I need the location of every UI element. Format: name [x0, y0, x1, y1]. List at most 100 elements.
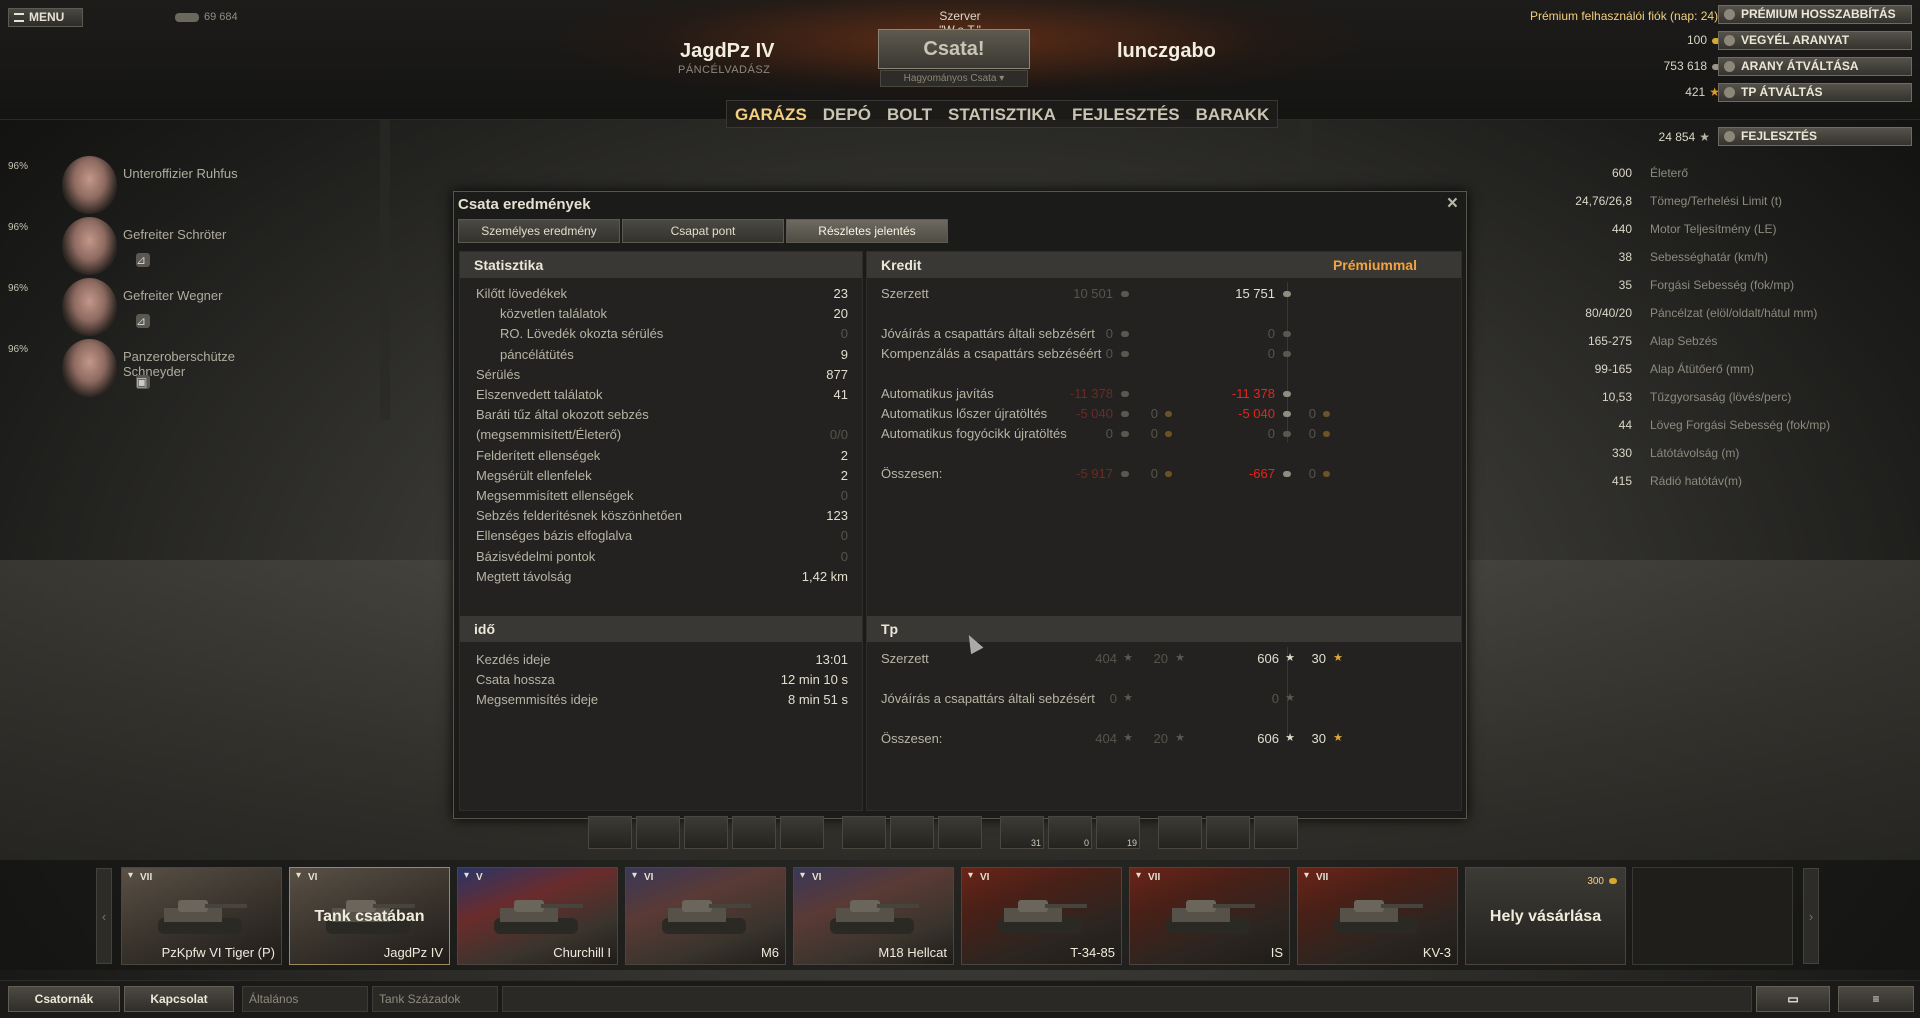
slot-price: 300 — [1587, 876, 1617, 888]
xp-star-icon: ★ — [1699, 130, 1710, 144]
buy-slot-button[interactable]: Hely vásárlása 300 — [1465, 867, 1626, 965]
xp-star-icon — [1724, 87, 1735, 98]
module-slot[interactable] — [732, 816, 776, 849]
spec-value: 44 — [1618, 418, 1632, 432]
crew-avatar — [62, 156, 117, 214]
module-slot[interactable] — [780, 816, 824, 849]
crew-member[interactable]: 96% Gefreiter Wegner ⊿ — [0, 278, 240, 336]
credits-icon — [1121, 391, 1129, 397]
module-slot[interactable] — [1158, 816, 1202, 849]
stat-row: Sebzés felderítésnek köszönhetően 123 — [476, 508, 848, 524]
battle-button[interactable]: Csata! — [878, 29, 1030, 69]
spec-row: 44 Löveg Forgási Sebesség (fok/mp) — [1480, 418, 1910, 440]
tank-card[interactable]: ▾ VI T-34-85 — [961, 867, 1122, 965]
nav-barracks[interactable]: BARAKK — [1188, 101, 1278, 127]
stat-row: Megtett távolság 1,42 km — [476, 569, 848, 585]
battle-mode-select[interactable]: Hagyományos Csata ▾ — [880, 70, 1028, 87]
base-gold: 0 — [1150, 466, 1158, 481]
tank-type-icon: ▾ — [968, 870, 974, 881]
tank-type-icon: ▾ — [128, 870, 134, 881]
tank-card[interactable]: ▾ VI Tank csatában JagdPz IV — [289, 867, 450, 965]
buy-gold-button[interactable]: VEGYÉL ARANYAT — [1718, 31, 1912, 50]
crew-member[interactable]: 96% Panzeroberschütze Schneyder ▣ — [0, 339, 240, 397]
contacts-button[interactable]: Kapcsolat — [124, 986, 234, 1012]
credits-icon — [1283, 431, 1291, 437]
close-icon[interactable]: × — [1447, 193, 1458, 215]
tank-card[interactable]: ▾ VI M18 Hellcat — [793, 867, 954, 965]
nav-depot[interactable]: DEPÓ — [815, 101, 879, 127]
carousel-right-arrow[interactable]: › — [1803, 868, 1819, 964]
spec-value: 330 — [1611, 446, 1632, 460]
stat-row: Kilőtt lövedékek 23 — [476, 286, 848, 302]
module-slot[interactable]: 19 — [1096, 816, 1140, 849]
spec-label: Rádió hatótáv(m) — [1650, 474, 1743, 488]
tank-tier: V — [476, 872, 483, 883]
crew-avatar — [62, 217, 117, 275]
stat-row: páncélátütés 9 — [500, 347, 848, 363]
tank-type-icon: ▾ — [800, 870, 806, 881]
nav-shop[interactable]: BOLT — [879, 101, 940, 127]
stat-label: Megtett távolság — [476, 568, 572, 584]
nav-statistics[interactable]: STATISZTIKA — [940, 101, 1064, 127]
module-slot[interactable]: 31 — [1000, 816, 1044, 849]
module-slot[interactable] — [938, 816, 982, 849]
xp-label: Szerzett — [881, 651, 929, 666]
base-free-xp: 20 — [1153, 731, 1168, 746]
tab-personal-results[interactable]: Személyes eredmény — [458, 219, 620, 243]
credit-label: Jóváírás a csapattárs általi sebzésért — [881, 326, 1095, 341]
carousel-left-arrow[interactable]: ‹ — [96, 868, 112, 964]
tank-card[interactable]: ▾ VI M6 — [625, 867, 786, 965]
stat-row: RO. Lövedék okozta sérülés 0 — [500, 326, 848, 342]
chat-input[interactable] — [502, 986, 1752, 1012]
module-slot[interactable] — [636, 816, 680, 849]
module-slot[interactable] — [1254, 816, 1298, 849]
stat-value: 0 — [840, 488, 848, 503]
dialog-tabs: Személyes eredmény Csapat pont Részletes… — [458, 219, 950, 243]
stat-label: Elszenvedett találatok — [476, 387, 603, 402]
research-button[interactable]: FEJLESZTÉS — [1718, 127, 1912, 146]
time-header: idő — [460, 616, 862, 642]
tab-team-score[interactable]: Csapat pont — [622, 219, 784, 243]
tank-status: Tank csatában — [314, 908, 425, 925]
module-slot[interactable] — [588, 816, 632, 849]
stat-label: RO. Lövedék okozta sérülés — [500, 326, 664, 342]
xp-star-icon: ★ — [1285, 652, 1295, 664]
module-slot[interactable] — [842, 816, 886, 849]
channels-button[interactable]: Csatornák — [8, 986, 120, 1012]
stat-value: 0 — [840, 528, 848, 544]
base-credits: -11 378 — [1069, 386, 1113, 401]
module-slot[interactable] — [890, 816, 934, 849]
module-slot[interactable] — [684, 816, 728, 849]
base-gold: 0 — [1150, 426, 1158, 441]
stat-row: közvetlen találatok 20 — [500, 306, 848, 322]
premium-credits: -667 — [1248, 466, 1275, 481]
exchange-gold-button[interactable]: ARANY ÁTVÁLTÁSA — [1718, 57, 1912, 76]
chat-bubble-button[interactable]: ▭ — [1756, 986, 1830, 1012]
module-slot[interactable] — [1206, 816, 1250, 849]
premium-xp: 606 — [1257, 651, 1279, 666]
tank-card[interactable]: ▾ V Churchill I — [457, 867, 618, 965]
chat-tab-general[interactable]: Általános — [242, 986, 368, 1012]
nav-research[interactable]: FEJLESZTÉS — [1064, 101, 1188, 127]
module-slot[interactable]: 0 — [1048, 816, 1092, 849]
crew-member[interactable]: 96% Unteroffizier Ruhfus — [0, 156, 240, 214]
time-value: 13:01 — [815, 652, 848, 667]
convert-xp-button[interactable]: TP ÁTVÁLTÁS — [1718, 83, 1912, 102]
gold-icon — [1323, 471, 1330, 477]
premium-credits: 0 — [1267, 346, 1275, 361]
chat-tab-company[interactable]: Tank Századok — [372, 986, 498, 1012]
tab-detailed-report[interactable]: Részletes jelentés — [786, 219, 948, 243]
tank-card[interactable]: ▾ VII IS — [1129, 867, 1290, 965]
nav-garage[interactable]: GARÁZS — [727, 101, 815, 127]
notifications-button[interactable]: ≡ — [1838, 986, 1914, 1012]
gold-icon — [1323, 431, 1330, 437]
premium-credits: 0 — [1267, 426, 1275, 441]
extend-premium-button[interactable]: PRÉMIUM HOSSZABBÍTÁS — [1718, 5, 1912, 24]
crew-member[interactable]: 96% Gefreiter Schröter ⊿ — [0, 217, 240, 275]
time-label: Csata hossza — [476, 672, 555, 687]
menu-button[interactable]: MENU — [8, 8, 83, 27]
exchange-icon — [1724, 61, 1735, 72]
tank-card[interactable]: ▾ VII KV-3 — [1297, 867, 1458, 965]
stat-label: (megsemmisített/Életerő) — [476, 427, 622, 443]
tank-card[interactable]: ▾ VII PzKpfw VI Tiger (P) — [121, 867, 282, 965]
